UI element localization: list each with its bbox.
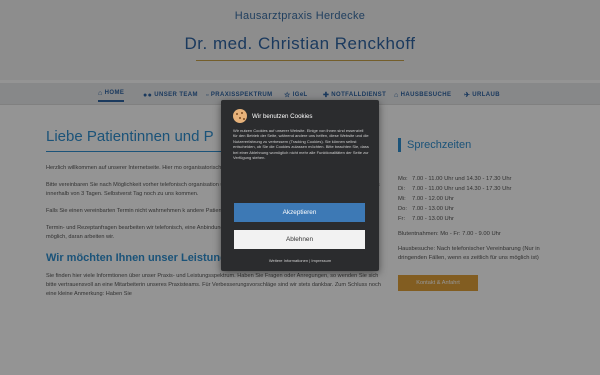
cookie-dialog-header: Wir benutzen Cookies bbox=[233, 109, 313, 123]
imprint-link[interactable]: Impressum bbox=[311, 258, 331, 263]
cookie-consent-dialog: Wir benutzen Cookies Wir nutzen Cookies … bbox=[221, 100, 379, 271]
more-info-link[interactable]: Weitere Informationen bbox=[269, 258, 308, 263]
cookie-links: Weitere Informationen | Impressum bbox=[221, 258, 379, 263]
cookie-dialog-text: Wir nutzen Cookies auf unserer Website. … bbox=[233, 128, 369, 161]
decline-cookies-button[interactable]: Ablehnen bbox=[234, 230, 365, 249]
accept-cookies-button[interactable]: Akzeptieren bbox=[234, 203, 365, 222]
cookie-icon bbox=[233, 109, 247, 123]
cookie-dialog-title: Wir benutzen Cookies bbox=[252, 112, 313, 120]
